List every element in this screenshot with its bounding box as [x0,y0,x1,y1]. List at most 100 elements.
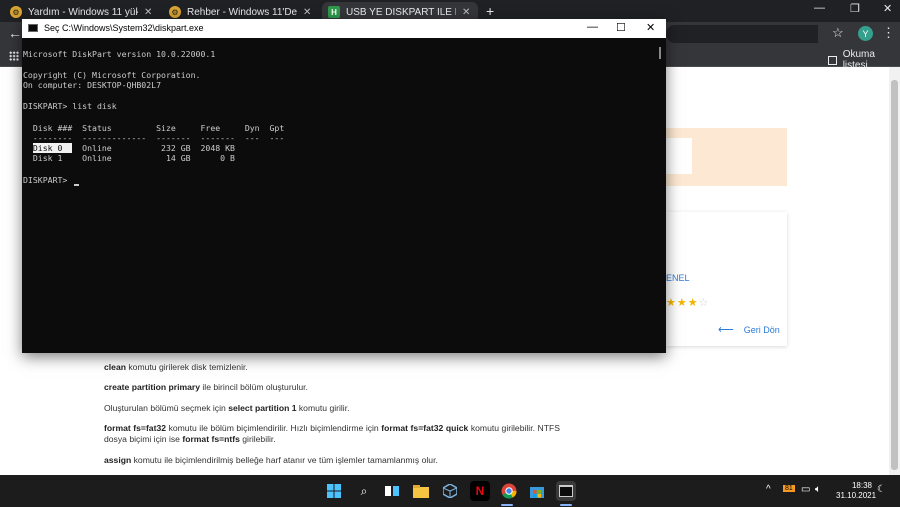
banner-box [666,138,692,174]
virtualbox-icon[interactable] [440,481,460,501]
windows-logo-icon [327,484,341,498]
back-label: Geri Dön [743,324,780,335]
paragraph-text: komutu girilir. [296,403,350,413]
time: 18:38 [851,481,872,490]
address-bar[interactable] [666,25,818,43]
command-text: assign [104,455,132,465]
console-line: Disk 0 Online 232 GB 2048 KB [23,143,235,154]
scrollbar-thumb[interactable] [891,80,898,470]
article-paragraph: format fs=fat32 komutu ile bölüm biçimle… [104,423,560,445]
author-card: ENEL ★★★☆ ⟵ Geri Dön [666,212,787,346]
paragraph-text: girilebilir. [239,434,276,444]
store-icon[interactable] [527,481,547,501]
row-text: Online 232 GB 2048 KB [72,143,235,153]
command-text: format fs=fat32 [104,423,167,433]
running-indicator [560,504,572,506]
article-paragraph: clean komutu girilerek disk temizlenir. [104,362,560,373]
store-glyph [530,487,544,498]
console-glyph [559,485,573,497]
arrow-left-icon: ⟵ [718,324,734,336]
reading-list-icon [828,55,837,65]
tab-title: Rehber - Windows 11'De Görev Ç [187,6,297,18]
chrome-glyph [501,483,517,499]
promo-banner [666,128,787,186]
volume-icon[interactable]: 🔈︎ [815,484,821,495]
article-paragraph: create partition primary ile birincil bö… [104,382,560,393]
console-title-bar[interactable]: Seç C:\Windows\System32\diskpart.exe — ☐… [22,19,666,38]
profile-avatar[interactable]: Y [858,26,873,41]
article-paragraph: Oluşturulan bölümü seçmek için select pa… [104,403,560,414]
command-text: create partition primary [104,382,200,392]
terminal-icon[interactable] [556,481,576,501]
console-line: -------- ------------- ------- ------- -… [23,133,285,143]
command-text: select partition 1 [228,403,297,413]
star-icon: ★ [676,297,688,309]
minimize-icon[interactable]: — [814,2,825,14]
star-outline-icon: ☆ [698,297,710,309]
console-line: DISKPART> list disk [23,101,117,111]
tab-title: USB YE DİSKPART İLE FORMAT AT [346,6,456,18]
h-logo-icon: H [328,6,340,18]
gear-icon: ⚙ [10,6,22,18]
back-button[interactable]: ⟵ Geri Dön [718,323,780,336]
diskpart-console-window[interactable]: Seç C:\Windows\System32\diskpart.exe — ☐… [22,19,666,353]
start-button[interactable] [324,481,344,501]
star-icon: ★ [687,297,699,309]
console-title: Seç C:\Windows\System32\diskpart.exe [44,23,204,33]
task-view-icon[interactable] [382,481,402,501]
command-text: format fs=fat32 quick [381,423,469,433]
notifications-icon[interactable]: ☾ [877,484,886,495]
author-link[interactable]: ENEL [666,273,690,283]
star-icon: ★ [666,297,677,309]
running-indicator [501,504,513,506]
console-output[interactable]: Microsoft DiskPart version 10.0.22000.1 … [22,38,658,353]
console-icon [28,24,38,32]
search-icon[interactable]: ⌕ [354,481,374,501]
restore-icon[interactable]: ❐ [850,2,860,15]
netflix-icon[interactable]: N [470,481,490,501]
text-cursor [74,184,79,186]
clock[interactable]: 18:38 31.10.2021 [836,481,877,501]
date: 31.10.2021 [836,491,877,500]
back-arrow-icon[interactable]: ← [8,25,22,41]
article-paragraph: assign komutu ile biçimlendirilmiş belle… [104,455,560,466]
console-line: Disk ### Status Size Free Dyn Gpt [23,123,285,133]
paragraph-text: komutu ile bölüm biçimlendirilir. Hızlı … [166,423,382,433]
console-line: On computer: DESKTOP-QHB02L7 [23,80,162,90]
console-prompt: DISKPART> [23,175,73,185]
rating-stars: ★★★☆ [666,296,710,309]
star-icon[interactable]: ☆ [832,25,844,41]
chevron-up-icon[interactable]: ^ [766,484,771,495]
tray-badge[interactable]: 81 [783,485,795,492]
close-window-icon[interactable]: ✕ [883,2,892,15]
command-text: format fs=ntfs [182,434,240,444]
paragraph-text: komutu ile biçimlendirilmiş belleğe harf… [131,455,438,465]
task-view-glyph [385,486,399,496]
taskbar: ⌕ N ^ 81 ▭ 🔈︎ 18:38 31.10.2021 ☾ [0,475,900,507]
minimize-icon[interactable]: — [587,21,598,33]
chrome-icon[interactable] [499,481,519,501]
command-text: clean [104,362,126,372]
close-icon[interactable]: ✕ [646,21,655,34]
console-line: Copyright (C) Microsoft Corporation. [23,70,201,80]
gear-icon: ⚙ [169,6,181,18]
folder-glyph [413,484,429,498]
apps-grid-icon[interactable] [9,51,19,61]
console-line: Microsoft DiskPart version 10.0.22000.1 [23,49,216,59]
paragraph-text: ile birincil bölüm oluşturulur. [200,382,308,392]
console-line: Disk 1 Online 14 GB 0 B [23,153,235,163]
close-icon[interactable]: ✕ [144,7,152,18]
close-icon[interactable]: ✕ [462,7,470,18]
more-menu-icon[interactable]: ⋮ [882,25,895,41]
console-scrollbar[interactable] [659,47,661,59]
cube-glyph [443,484,457,498]
paragraph-text: Oluşturulan bölümü seçmek için [104,403,229,413]
maximize-icon[interactable]: ☐ [616,21,626,34]
paragraph-text: komutu girilerek disk temizlenir. [125,362,248,372]
file-explorer-icon[interactable] [411,481,431,501]
selected-text: Disk 0 [32,143,73,153]
close-icon[interactable]: ✕ [303,7,311,18]
new-tab-icon[interactable]: + [486,3,494,19]
tab-title: Yardım - Windows 11 yüklü bilgis [28,6,138,18]
network-icon[interactable]: ▭ [801,484,810,495]
